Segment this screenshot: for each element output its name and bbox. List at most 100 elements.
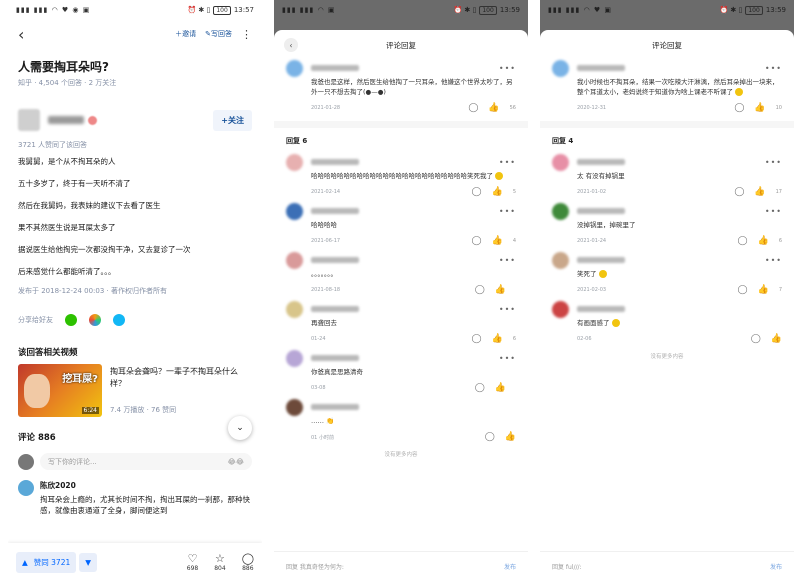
battery-icon: 100: [745, 5, 763, 15]
commenter-avatar[interactable]: [286, 399, 303, 416]
divider: [274, 121, 528, 128]
thumbs-up-icon[interactable]: 👍: [771, 334, 782, 344]
reply-item: 没掉锅里，掉碗里了 2021-01-24 ◯ 👍 6 •••: [540, 203, 794, 246]
comment-stat[interactable]: ◯ 886: [242, 552, 254, 572]
commenter-avatar[interactable]: [552, 60, 569, 77]
reply-icon[interactable]: ◯: [738, 285, 748, 295]
moments-icon[interactable]: [89, 314, 101, 326]
more-icon[interactable]: •••: [499, 64, 516, 73]
reply-sheet: 评论回复 我小时候也不掏耳朵，结果一次吃辣大汗淋漓，然后耳朵掉出一块来，整个耳道…: [540, 30, 794, 581]
user-avatar: [18, 453, 34, 470]
reply-icon[interactable]: ◯: [751, 334, 761, 344]
thumbs-up-icon[interactable]: 👍: [495, 383, 506, 393]
thumbs-up-icon[interactable]: 👍: [495, 285, 506, 295]
more-icon[interactable]: •••: [765, 207, 782, 216]
commenter-name[interactable]: 陈欣2020: [40, 480, 252, 491]
commenter-name[interactable]: [311, 208, 359, 214]
reply-icon[interactable]: ◯: [734, 103, 744, 113]
thumbs-up-icon[interactable]: 👍: [492, 236, 503, 246]
commenter-name[interactable]: [311, 306, 359, 312]
more-icon[interactable]: •••: [499, 158, 516, 167]
question-title[interactable]: 人需要掏耳朵吗?: [8, 48, 262, 78]
qq-icon[interactable]: [113, 314, 125, 326]
comment-input[interactable]: 写下你的评论... 😂😂: [40, 453, 252, 470]
thumbs-up-icon[interactable]: 👍: [488, 103, 499, 113]
thumbs-up-icon[interactable]: 👍: [492, 334, 503, 344]
back-icon[interactable]: ‹: [18, 25, 24, 44]
commenter-name[interactable]: [577, 306, 625, 312]
commenter-name[interactable]: [577, 257, 625, 263]
favorite-stat[interactable]: ☆ 804: [214, 552, 225, 572]
commenter-name[interactable]: [311, 404, 359, 410]
video-title[interactable]: 掏耳朵会聋吗？一辈子不掏耳朵什么样？: [110, 366, 252, 390]
downvote-button[interactable]: ▼: [79, 552, 98, 572]
laugh-emoji-icon: [611, 319, 620, 327]
more-icon[interactable]: •••: [765, 64, 782, 73]
reply-icon[interactable]: ◯: [485, 432, 495, 442]
thumbs-up-icon[interactable]: 👍: [758, 236, 769, 246]
share-row: 分享给好友: [8, 296, 262, 336]
video-thumbnail[interactable]: 挖耳屎? 6:24: [18, 364, 102, 417]
commenter-avatar[interactable]: [552, 203, 569, 220]
more-icon[interactable]: •••: [499, 305, 516, 314]
reply-icon[interactable]: ◯: [475, 285, 485, 295]
more-icon[interactable]: ⋮: [241, 28, 252, 41]
thumbs-up-icon[interactable]: 👍: [492, 187, 503, 197]
reply-date: 02-06: [577, 336, 592, 342]
reply-icon[interactable]: ◯: [734, 187, 744, 197]
more-icon[interactable]: •••: [765, 256, 782, 265]
commenter-avatar[interactable]: [552, 252, 569, 269]
reply-icon[interactable]: ◯: [472, 334, 482, 344]
smile-emoji-icon: [735, 88, 744, 96]
back-icon[interactable]: ‹: [284, 38, 298, 52]
author-name[interactable]: [48, 116, 84, 124]
thumbs-up-icon[interactable]: 👍: [758, 285, 769, 295]
commenter-avatar[interactable]: [286, 60, 303, 77]
commenter-avatar[interactable]: [18, 480, 34, 496]
more-icon[interactable]: •••: [765, 158, 782, 167]
commenter-name[interactable]: [577, 65, 625, 71]
sheet-header: ‹ 评论回复: [274, 30, 528, 60]
emoji-icon[interactable]: 😂😂: [228, 458, 244, 466]
reply-icon[interactable]: ◯: [472, 187, 482, 197]
like-stat[interactable]: ♡ 698: [187, 552, 198, 572]
commenter-name[interactable]: [577, 208, 625, 214]
commenter-avatar[interactable]: [286, 301, 303, 318]
commenter-name[interactable]: [311, 159, 359, 165]
commenter-name[interactable]: [311, 257, 359, 263]
expand-down-icon[interactable]: ⌄: [228, 416, 252, 440]
commenter-avatar[interactable]: [286, 203, 303, 220]
upvote-button[interactable]: ▲ 赞同 3721: [16, 551, 77, 573]
reply-input[interactable]: 回复 ful///: 发布: [540, 551, 794, 581]
commenter-avatar[interactable]: [552, 154, 569, 171]
send-button[interactable]: 发布: [770, 562, 782, 571]
commenter-name[interactable]: [311, 65, 359, 71]
commenter-avatar[interactable]: [286, 154, 303, 171]
follow-button[interactable]: +关注: [213, 109, 252, 131]
reply-placeholder: 回复 我真奇怪为何为:: [286, 564, 344, 571]
commenter-name[interactable]: [311, 355, 359, 361]
more-icon[interactable]: •••: [499, 256, 516, 265]
commenter-avatar[interactable]: [286, 350, 303, 367]
wechat-icon[interactable]: [65, 314, 77, 326]
reply-icon[interactable]: ◯: [468, 103, 478, 113]
commenter-avatar[interactable]: [552, 301, 569, 318]
commenter-name[interactable]: [577, 159, 625, 165]
thumbs-up-icon[interactable]: 👍: [505, 432, 516, 442]
send-button[interactable]: 发布: [504, 562, 516, 571]
invite-button[interactable]: ＋邀请: [175, 29, 196, 39]
reply-icon[interactable]: ◯: [738, 236, 748, 246]
thumbs-up-icon[interactable]: 👍: [754, 103, 765, 113]
reply-input[interactable]: 回复 我真奇怪为何为: 发布: [274, 551, 528, 581]
write-answer-label: 写回答: [211, 30, 232, 38]
author-avatar[interactable]: [18, 109, 40, 131]
write-answer-button[interactable]: ✎写回答: [205, 29, 232, 39]
more-icon[interactable]: •••: [499, 207, 516, 216]
more-icon[interactable]: •••: [499, 354, 516, 363]
reply-text-content: 笑死了: [577, 270, 597, 278]
commenter-avatar[interactable]: [286, 252, 303, 269]
reply-icon[interactable]: ◯: [475, 383, 485, 393]
reply-icon[interactable]: ◯: [472, 236, 482, 246]
video-card[interactable]: 挖耳屎? 6:24 掏耳朵会聋吗？一辈子不掏耳朵什么样？ 7.4 万播放 · 7…: [8, 364, 262, 417]
thumbs-up-icon[interactable]: 👍: [754, 187, 765, 197]
